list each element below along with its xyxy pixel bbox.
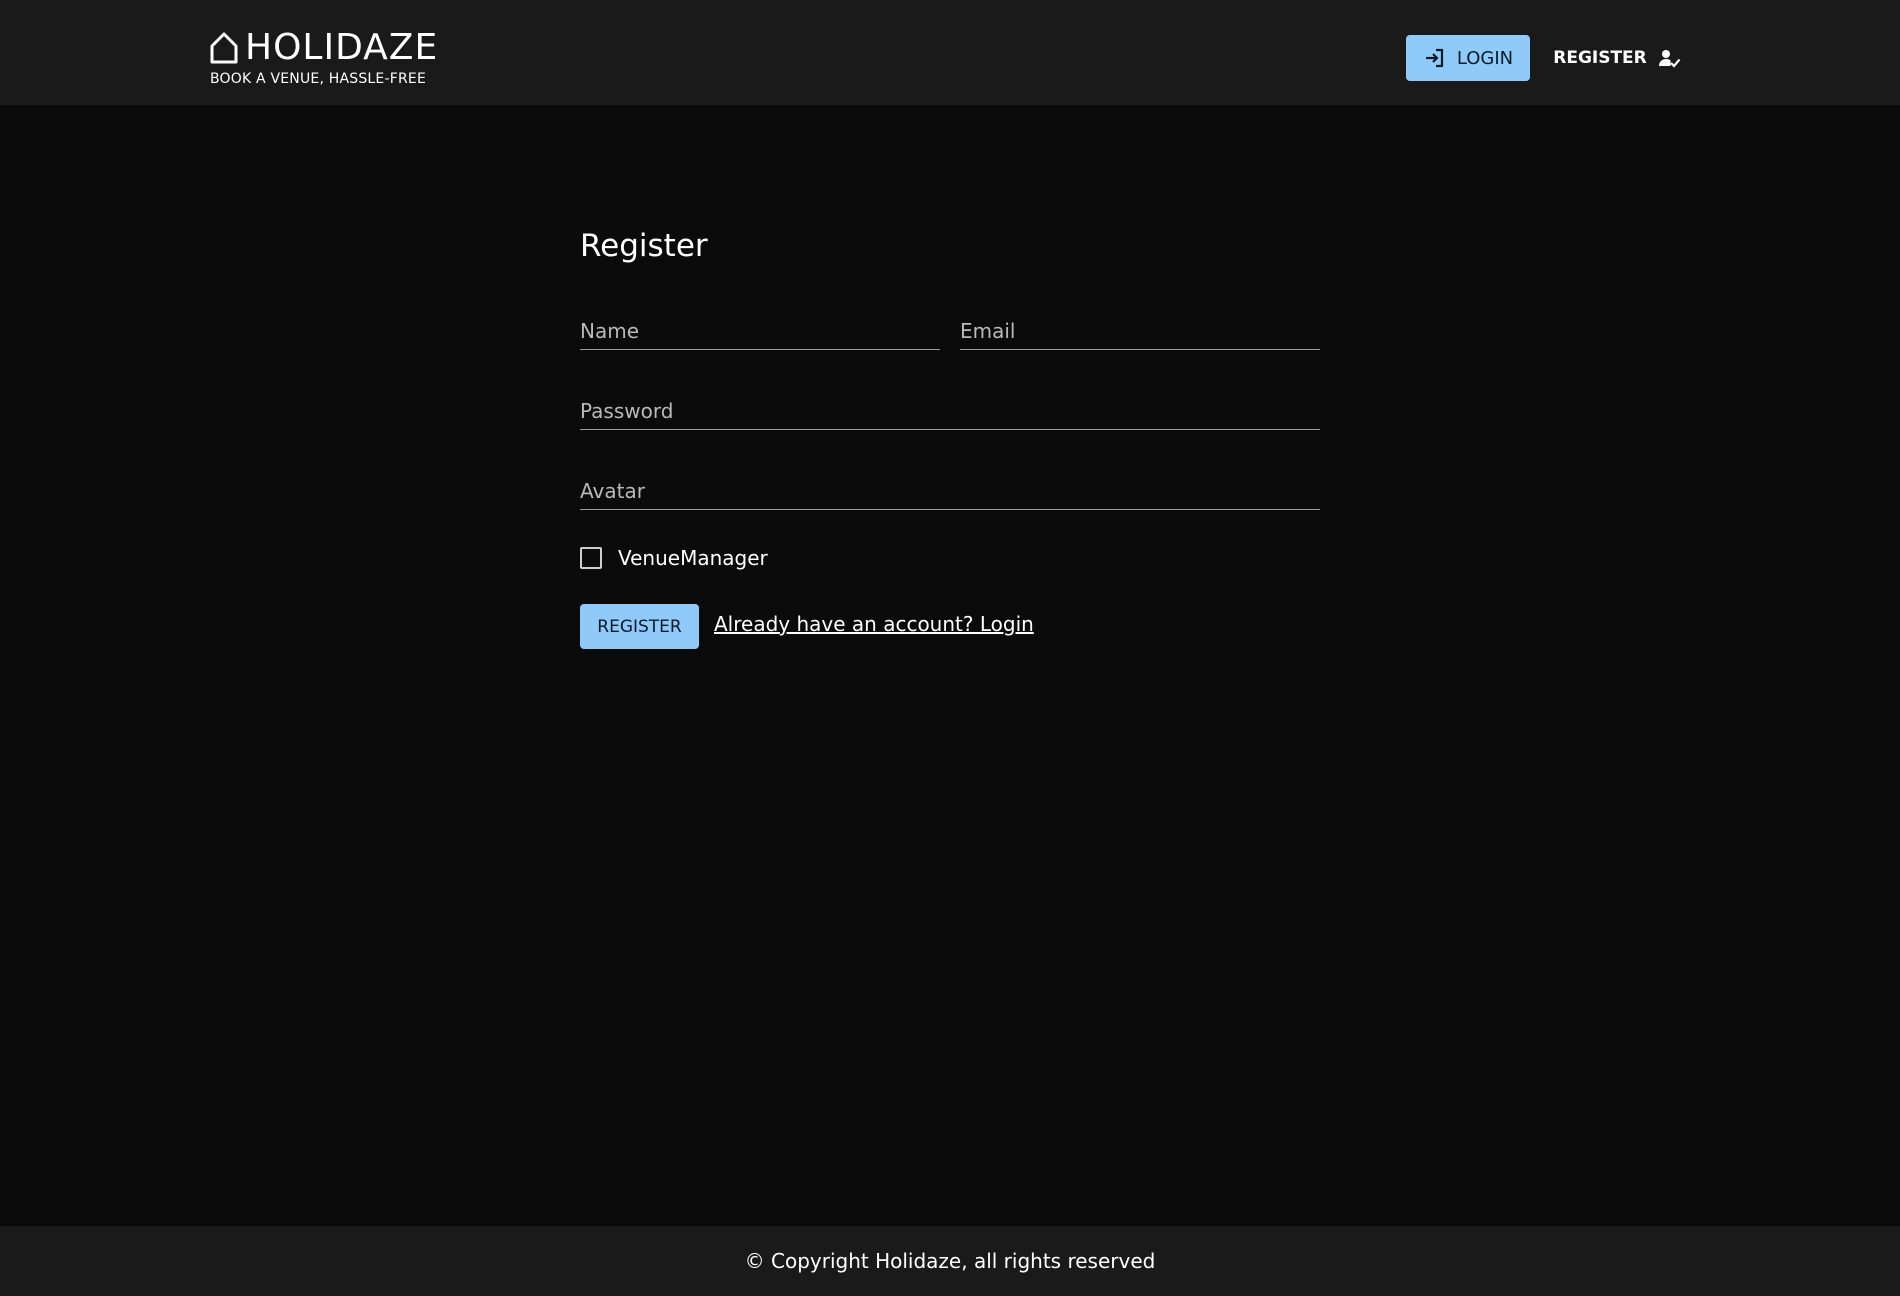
register-nav-label: REGISTER bbox=[1553, 48, 1647, 68]
login-button-label: LOGIN bbox=[1456, 47, 1514, 69]
avatar-field-wrapper bbox=[580, 468, 1320, 510]
password-field-wrapper bbox=[580, 388, 1320, 430]
register-form: Register VenueManager REGISTER Already h… bbox=[580, 220, 1320, 649]
brand-title: HOLIDAZE bbox=[245, 27, 439, 68]
avatar-input[interactable] bbox=[580, 468, 1320, 509]
register-nav-button[interactable]: REGISTER bbox=[1552, 35, 1682, 81]
name-field-wrapper bbox=[580, 308, 940, 350]
house-icon bbox=[209, 31, 239, 65]
venue-manager-row: VenueManager bbox=[580, 544, 768, 572]
brand-tagline: BOOK A VENUE, HASSLE-FREE bbox=[210, 71, 426, 87]
register-submit-button[interactable]: REGISTER bbox=[580, 604, 699, 649]
page-title: Register bbox=[580, 228, 708, 264]
login-link[interactable]: Already have an account? Login bbox=[714, 612, 1034, 636]
venue-manager-checkbox[interactable] bbox=[580, 547, 602, 569]
person-check-icon bbox=[1657, 46, 1681, 70]
top-bar: HOLIDAZE BOOK A VENUE, HASSLE-FREE LOGIN… bbox=[0, 0, 1900, 105]
password-input[interactable] bbox=[580, 388, 1320, 429]
page: HOLIDAZE BOOK A VENUE, HASSLE-FREE LOGIN… bbox=[0, 0, 1900, 1296]
login-button[interactable]: LOGIN bbox=[1406, 35, 1530, 81]
brand-row: HOLIDAZE bbox=[209, 28, 438, 68]
email-input[interactable] bbox=[960, 308, 1320, 349]
brand-logo-link[interactable]: HOLIDAZE BOOK A VENUE, HASSLE-FREE bbox=[209, 28, 438, 88]
name-input[interactable] bbox=[580, 308, 940, 349]
venue-manager-label[interactable]: VenueManager bbox=[618, 546, 768, 570]
login-icon bbox=[1423, 46, 1447, 70]
copyright-text: © Copyright Holidaze, all rights reserve… bbox=[744, 1249, 1156, 1273]
footer: © Copyright Holidaze, all rights reserve… bbox=[0, 1226, 1900, 1296]
email-field-wrapper bbox=[960, 308, 1320, 350]
